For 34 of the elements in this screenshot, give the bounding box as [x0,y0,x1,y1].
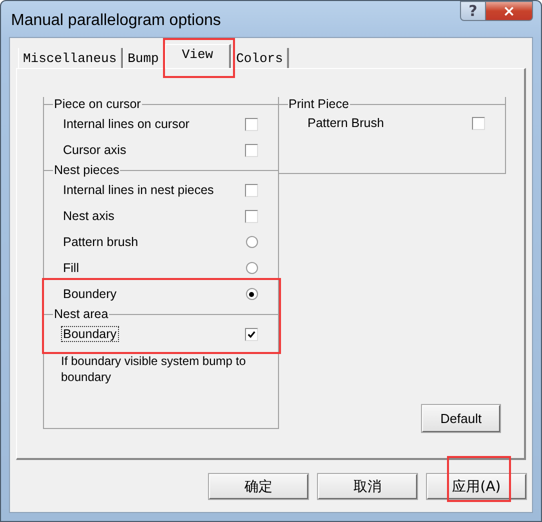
radio-button[interactable] [246,262,258,274]
option-label: Cursor axis [62,142,128,158]
radio-button[interactable] [246,288,258,300]
option-label: Fill [62,260,80,276]
tab[interactable]: Colors [231,48,289,68]
help-button[interactable]: ? [460,1,486,21]
group-title: Nest area [53,307,110,321]
checkbox[interactable] [244,328,258,340]
tab[interactable]: Miscellaneus [18,48,123,68]
window-title: Manual parallelogram options [10,12,221,30]
tab[interactable]: View [164,44,232,68]
dialog-button[interactable]: 取消 [318,474,417,499]
checkmark-icon [246,330,256,338]
option-label: Boundary [61,326,119,342]
option-label: Nest axis [62,208,116,224]
option-label: Internal lines in nest pieces [62,182,215,198]
radio-button[interactable] [246,236,258,248]
close-button[interactable]: × [486,1,533,21]
checkbox[interactable] [244,118,258,130]
group-title: Piece on cursor [53,97,142,111]
checkbox[interactable] [244,210,258,222]
default-button[interactable]: Default [422,405,500,432]
checkbox[interactable] [244,144,258,156]
option-label: Pattern brush [62,234,140,250]
group-title: Print Piece [288,97,350,111]
checkbox[interactable] [472,116,485,130]
checkbox[interactable] [244,184,258,196]
dialog-button[interactable]: 确定 [209,474,308,499]
group-title: Nest pieces [53,163,120,177]
option-label: Pattern Brush [306,115,385,131]
dialog-button[interactable]: 应用(A) [427,474,526,499]
note-text: If boundary visible system bump to boundary [60,353,247,385]
option-label: Internal lines on cursor [62,116,190,132]
option-label: Boundery [62,286,118,302]
